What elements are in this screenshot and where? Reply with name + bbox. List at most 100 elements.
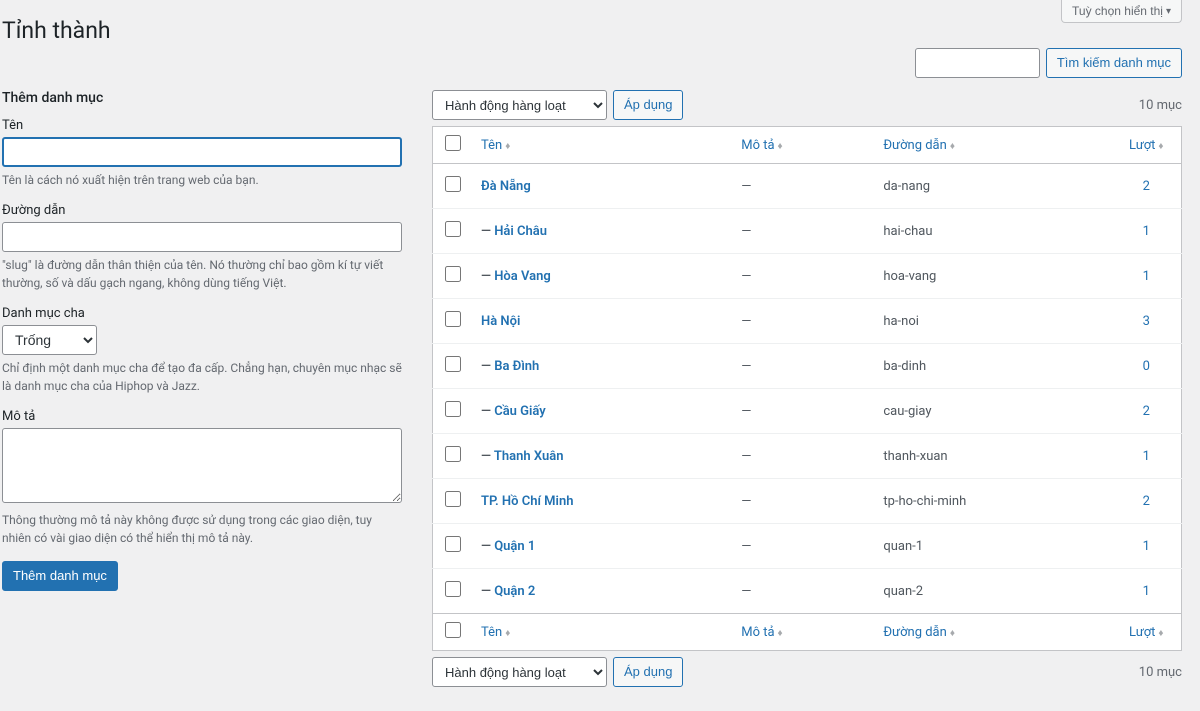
term-link[interactable]: TP. Hồ Chí Minh	[481, 494, 573, 509]
search-button[interactable]: Tìm kiếm danh mục	[1046, 48, 1182, 78]
col-name[interactable]: Tên♦	[471, 127, 731, 164]
col-description[interactable]: Mô tả♦	[731, 127, 873, 164]
row-slug: hoa-vang	[873, 254, 1111, 299]
row-checkbox[interactable]	[445, 536, 461, 552]
table-row: — Cầu Giấy—cau-giay2	[433, 389, 1182, 434]
count-link[interactable]: 2	[1143, 179, 1150, 194]
row-checkbox[interactable]	[445, 356, 461, 372]
row-desc: —	[731, 479, 873, 524]
row-prefix: —	[481, 269, 494, 284]
count-link[interactable]: 2	[1143, 494, 1150, 509]
col-description-foot[interactable]: Mô tả♦	[731, 614, 873, 651]
row-slug: quan-1	[873, 524, 1111, 569]
parent-select[interactable]: Trống	[2, 325, 97, 355]
term-link[interactable]: Đà Nẵng	[481, 179, 531, 194]
row-desc: —	[731, 524, 873, 569]
row-prefix: —	[481, 404, 494, 419]
row-slug: hai-chau	[873, 209, 1111, 254]
col-count-foot[interactable]: Lượt♦	[1112, 614, 1182, 651]
table-row: — Quận 2—quan-21	[433, 569, 1182, 614]
slug-desc: "slug" là đường dẫn thân thiện của tên. …	[2, 256, 402, 292]
sort-icon: ♦	[950, 141, 955, 152]
col-slug[interactable]: Đường dẫn♦	[873, 127, 1111, 164]
screen-options-button[interactable]: Tuỳ chọn hiển thị	[1061, 0, 1182, 23]
row-desc: —	[731, 209, 873, 254]
table-row: — Thanh Xuân—thanh-xuan1	[433, 434, 1182, 479]
sort-icon: ♦	[778, 628, 783, 639]
row-prefix: —	[481, 584, 494, 599]
row-desc: —	[731, 299, 873, 344]
name-input[interactable]	[2, 137, 402, 167]
row-desc: —	[731, 344, 873, 389]
form-title: Thêm danh mục	[2, 90, 402, 106]
count-link[interactable]: 1	[1143, 269, 1150, 284]
count-link[interactable]: 1	[1143, 584, 1150, 599]
bulk-apply-top[interactable]: Áp dụng	[613, 90, 683, 120]
parent-desc: Chỉ định một danh mục cha để tạo đa cấp.…	[2, 359, 402, 395]
row-checkbox[interactable]	[445, 221, 461, 237]
row-desc: —	[731, 164, 873, 209]
item-count-top: 10 mục	[1139, 98, 1182, 113]
row-prefix: —	[481, 449, 494, 464]
bulk-apply-bottom[interactable]: Áp dụng	[613, 657, 683, 687]
row-slug: thanh-xuan	[873, 434, 1111, 479]
slug-input[interactable]	[2, 222, 402, 252]
row-checkbox[interactable]	[445, 446, 461, 462]
row-prefix: —	[481, 224, 494, 239]
parent-label: Danh mục cha	[2, 306, 402, 321]
sort-icon: ♦	[505, 628, 510, 639]
name-label: Tên	[2, 118, 402, 133]
term-link[interactable]: Quận 1	[494, 539, 535, 554]
bulk-action-select-top[interactable]: Hành động hàng loạt	[432, 90, 607, 120]
sort-icon: ♦	[1158, 141, 1163, 152]
term-link[interactable]: Hòa Vang	[494, 269, 551, 284]
term-link[interactable]: Hà Nội	[481, 314, 520, 329]
row-slug: tp-ho-chi-minh	[873, 479, 1111, 524]
count-link[interactable]: 3	[1143, 314, 1150, 329]
sort-icon: ♦	[950, 628, 955, 639]
row-desc: —	[731, 254, 873, 299]
row-prefix: —	[481, 359, 494, 374]
desc-textarea[interactable]	[2, 428, 402, 503]
item-count-bottom: 10 mục	[1139, 665, 1182, 680]
col-name-foot[interactable]: Tên♦	[471, 614, 731, 651]
select-all-top[interactable]	[445, 135, 461, 151]
term-link[interactable]: Cầu Giấy	[494, 404, 546, 419]
count-link[interactable]: 2	[1143, 404, 1150, 419]
submit-button[interactable]: Thêm danh mục	[2, 561, 118, 591]
row-prefix: —	[481, 539, 494, 554]
row-checkbox[interactable]	[445, 581, 461, 597]
bulk-action-select-bottom[interactable]: Hành động hàng loạt	[432, 657, 607, 687]
table-row: — Ba Đình—ba-dinh0	[433, 344, 1182, 389]
row-checkbox[interactable]	[445, 401, 461, 417]
terms-table: Tên♦ Mô tả♦ Đường dẫn♦ Lượt♦ Đà Nẵng—da-…	[432, 126, 1182, 651]
term-link[interactable]: Hải Châu	[494, 224, 547, 239]
row-slug: ba-dinh	[873, 344, 1111, 389]
col-slug-foot[interactable]: Đường dẫn♦	[873, 614, 1111, 651]
row-desc: —	[731, 569, 873, 614]
term-link[interactable]: Quận 2	[494, 584, 535, 599]
row-checkbox[interactable]	[445, 176, 461, 192]
row-slug: da-nang	[873, 164, 1111, 209]
row-checkbox[interactable]	[445, 311, 461, 327]
sort-icon: ♦	[505, 141, 510, 152]
count-link[interactable]: 1	[1143, 224, 1150, 239]
page-title: Tỉnh thành	[2, 8, 1182, 48]
count-link[interactable]: 1	[1143, 539, 1150, 554]
sort-icon: ♦	[1158, 628, 1163, 639]
search-input[interactable]	[915, 48, 1040, 78]
col-count[interactable]: Lượt♦	[1112, 127, 1182, 164]
row-desc: —	[731, 434, 873, 479]
term-link[interactable]: Thanh Xuân	[494, 449, 564, 464]
count-link[interactable]: 1	[1143, 449, 1150, 464]
desc-label: Mô tả	[2, 409, 402, 424]
select-all-bottom[interactable]	[445, 622, 461, 638]
row-slug: quan-2	[873, 569, 1111, 614]
row-checkbox[interactable]	[445, 266, 461, 282]
row-checkbox[interactable]	[445, 491, 461, 507]
term-link[interactable]: Ba Đình	[494, 359, 539, 374]
row-desc: —	[731, 389, 873, 434]
table-row: Hà Nội—ha-noi3	[433, 299, 1182, 344]
count-link[interactable]: 0	[1143, 359, 1150, 374]
table-row: — Hải Châu—hai-chau1	[433, 209, 1182, 254]
